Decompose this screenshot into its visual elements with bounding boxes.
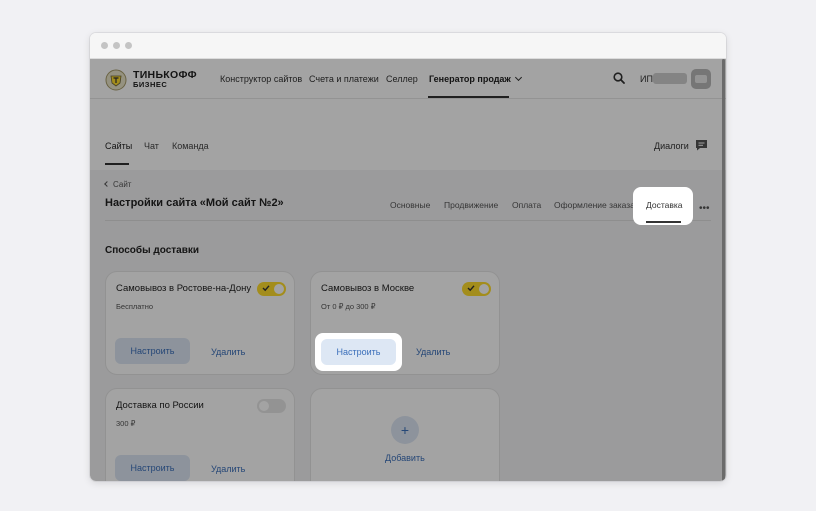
- delivery-toggle[interactable]: [462, 282, 491, 296]
- section-title: Способы доставки: [105, 245, 200, 256]
- delivery-card: Самовывоз в Ростове-на-Дону Бесплатно На…: [105, 271, 295, 375]
- delete-button[interactable]: Удалить: [416, 347, 450, 357]
- delivery-card-price: 300 ₽: [116, 419, 136, 428]
- plus-icon[interactable]: +: [391, 416, 419, 444]
- nav-sales-generator-label: Генератор продаж: [429, 74, 511, 84]
- nav-accounts-payments[interactable]: Счета и платежи: [309, 74, 379, 84]
- chevron-down-icon: [514, 73, 522, 82]
- nav-seller[interactable]: Селлер: [386, 74, 418, 84]
- tab-delivery-label: Доставка: [646, 200, 683, 210]
- scrollbar[interactable]: [722, 59, 725, 481]
- delivery-card-title: Доставка по России: [116, 400, 204, 411]
- breadcrumb[interactable]: Сайт: [104, 180, 132, 189]
- delivery-card-title: Самовывоз в Ростове-на-Дону: [116, 283, 252, 294]
- subnav-chat[interactable]: Чат: [144, 141, 159, 151]
- window-titlebar: [90, 33, 726, 59]
- breadcrumb-label: Сайт: [113, 180, 132, 189]
- brand-text: ТИНЬКОФФ БИЗНЕС: [133, 70, 197, 90]
- tabs-divider: [105, 220, 711, 221]
- top-header: ТИНЬКОФФ БИЗНЕС Конструктор сайтов Счета…: [90, 59, 726, 99]
- nav-site-builder[interactable]: Конструктор сайтов: [220, 74, 302, 84]
- browser-window: ТИНЬКОФФ БИЗНЕС Конструктор сайтов Счета…: [90, 33, 726, 481]
- app-root: ТИНЬКОФФ БИЗНЕС Конструктор сайтов Счета…: [90, 59, 726, 481]
- account-name-redacted[interactable]: [653, 73, 687, 84]
- account-type-label[interactable]: ИП: [640, 74, 653, 84]
- dialogs-link[interactable]: Диалоги: [654, 141, 689, 151]
- search-icon[interactable]: [613, 72, 625, 84]
- delivery-toggle[interactable]: [257, 399, 286, 413]
- avatar[interactable]: [691, 69, 711, 89]
- brand-sub: БИЗНЕС: [133, 80, 168, 89]
- delete-button[interactable]: Удалить: [211, 347, 245, 357]
- window-control-dot[interactable]: [113, 42, 120, 49]
- brand-name: ТИНЬКОФФ: [133, 69, 197, 81]
- tab-checkout[interactable]: Оформление заказа: [554, 200, 635, 210]
- add-delivery-card[interactable]: + Добавить: [310, 388, 500, 481]
- toggle-knob: [479, 284, 489, 294]
- page-title: Настройки сайта «Мой сайт №2»: [105, 197, 284, 209]
- tab-payment[interactable]: Оплата: [512, 200, 541, 210]
- wallet-icon: [695, 75, 707, 83]
- window-control-dot[interactable]: [101, 42, 108, 49]
- delivery-toggle[interactable]: [257, 282, 286, 296]
- delete-button[interactable]: Удалить: [211, 464, 245, 474]
- delivery-card-title: Самовывоз в Москве: [321, 283, 415, 294]
- window-control-dot[interactable]: [125, 42, 132, 49]
- delivery-card-price: Бесплатно: [116, 302, 154, 311]
- delivery-card: Доставка по России 300 ₽ Настроить Удали…: [105, 388, 295, 481]
- toggle-knob: [274, 284, 284, 294]
- subnav-active-indicator: [105, 163, 129, 165]
- toggle-knob: [259, 401, 269, 411]
- brand-emblem-icon: [105, 69, 127, 91]
- subnav-sites[interactable]: Сайты: [105, 141, 132, 151]
- nav-active-indicator: [428, 96, 509, 98]
- checkmark-icon: [467, 285, 475, 292]
- add-delivery-label[interactable]: Добавить: [385, 453, 425, 463]
- delivery-card-price: От 0 ₽ до 300 ₽: [321, 302, 376, 311]
- brand-logo[interactable]: ТИНЬКОФФ БИЗНЕС: [105, 69, 197, 91]
- chevron-left-icon: [104, 181, 110, 187]
- tab-delivery[interactable]: Доставка: [633, 187, 693, 225]
- setup-button[interactable]: Настроить: [115, 455, 190, 481]
- setup-button[interactable]: Настроить: [115, 338, 190, 364]
- chat-bubble-icon[interactable]: [695, 139, 708, 151]
- checkmark-icon: [262, 285, 270, 292]
- highlighted-setup-button-frame: Настроить: [315, 333, 402, 371]
- subnav-team[interactable]: Команда: [172, 141, 209, 151]
- tab-active-indicator: [646, 221, 681, 223]
- tab-promotion[interactable]: Продвижение: [444, 200, 498, 210]
- nav-sales-generator[interactable]: Генератор продаж: [429, 73, 522, 84]
- tab-basic[interactable]: Основные: [390, 200, 430, 210]
- setup-button[interactable]: Настроить: [321, 339, 396, 365]
- more-options-icon[interactable]: •••: [699, 203, 710, 214]
